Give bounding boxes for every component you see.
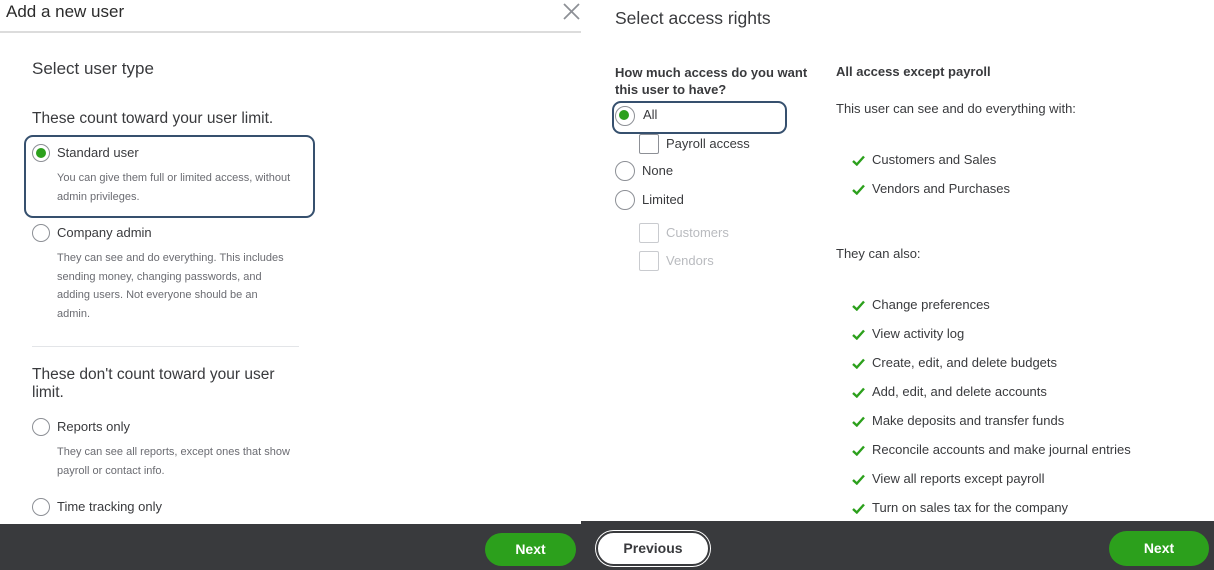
option-label: Standard user bbox=[57, 145, 139, 160]
permission-text: View activity log bbox=[872, 326, 965, 341]
reports-only-radio[interactable] bbox=[32, 418, 50, 436]
group-heading-counting: These count toward your user limit. bbox=[32, 110, 274, 127]
checkbox-label: Customers bbox=[666, 225, 729, 240]
all-radio[interactable] bbox=[615, 106, 635, 126]
desc-line: They can see all reports, except ones th… bbox=[57, 446, 290, 458]
check-icon bbox=[852, 300, 865, 311]
desc-line: You can give them full or limited access… bbox=[57, 172, 291, 184]
option-description: You can give them full or limited access… bbox=[57, 169, 317, 206]
standard-user-radio[interactable] bbox=[32, 144, 50, 162]
payroll-access-checkbox[interactable] bbox=[639, 134, 659, 154]
summary-intro: This user can see and do everything with… bbox=[836, 101, 1076, 116]
option-description: They can see and do everything. This inc… bbox=[57, 249, 317, 323]
check-icon bbox=[852, 358, 865, 369]
option-time-tracking-only[interactable]: Time tracking only bbox=[32, 498, 302, 518]
option-label: Company admin bbox=[57, 225, 152, 240]
summary-title: All access except payroll bbox=[836, 64, 991, 79]
time-tracking-radio[interactable] bbox=[32, 498, 50, 516]
option-label: None bbox=[642, 163, 674, 178]
access-option-limited[interactable]: Limited bbox=[615, 190, 775, 210]
next-button[interactable]: Next bbox=[1109, 531, 1209, 566]
permission-text: Turn on sales tax for the company bbox=[872, 500, 1069, 515]
check-icon bbox=[852, 445, 865, 456]
permission-text: Customers and Sales bbox=[872, 152, 997, 167]
dialog-title: Select access rights bbox=[615, 8, 771, 28]
title-divider bbox=[0, 31, 581, 33]
check-icon bbox=[852, 155, 865, 166]
access-option-all[interactable]: All bbox=[615, 105, 775, 126]
option-reports-only[interactable]: Reports only bbox=[32, 418, 302, 438]
option-description: They can see all reports, except ones th… bbox=[57, 443, 317, 480]
section-title: Select user type bbox=[32, 59, 154, 78]
limited-radio[interactable] bbox=[615, 190, 635, 210]
desc-line: admin privileges. bbox=[57, 190, 140, 203]
checkbox-payroll-access[interactable]: Payroll access bbox=[639, 134, 799, 154]
checkbox-vendors[interactable]: Vendors bbox=[639, 251, 799, 271]
permission-text: Vendors and Purchases bbox=[872, 181, 1011, 196]
customers-checkbox[interactable] bbox=[639, 223, 659, 243]
none-radio[interactable] bbox=[615, 161, 635, 181]
dialog-footer: Next bbox=[0, 524, 581, 570]
check-icon bbox=[852, 416, 865, 427]
permission-text: Change preferences bbox=[872, 297, 990, 312]
option-company-admin[interactable]: Company admin bbox=[32, 224, 302, 244]
checkbox-label: Vendors bbox=[666, 253, 714, 268]
check-icon bbox=[852, 329, 865, 340]
checkbox-label: Payroll access bbox=[666, 136, 750, 151]
desc-line: payroll or contact info. bbox=[57, 464, 165, 477]
desc-line: admin. bbox=[57, 307, 91, 320]
check-icon bbox=[852, 387, 865, 398]
vendors-checkbox[interactable] bbox=[639, 251, 659, 271]
permission-text: Add, edit, and delete accounts bbox=[872, 384, 1047, 399]
access-rights-dialog: Select access rights How much access do … bbox=[581, 0, 1214, 570]
option-label: Reports only bbox=[57, 419, 130, 434]
dialog-footer: Previous Next bbox=[581, 521, 1214, 570]
close-icon[interactable] bbox=[563, 3, 580, 20]
also-intro: They can also: bbox=[836, 246, 921, 261]
check-icon bbox=[852, 474, 865, 485]
option-label: Time tracking only bbox=[57, 499, 162, 514]
permission-text: View all reports except payroll bbox=[872, 471, 1045, 486]
dialog-title: Add a new user bbox=[6, 2, 125, 21]
group-divider bbox=[32, 346, 299, 347]
desc-line: sending money, changing passwords, and bbox=[57, 270, 262, 283]
permission-text: Make deposits and transfer funds bbox=[872, 413, 1065, 428]
previous-button[interactable]: Previous bbox=[596, 531, 710, 566]
group-heading-not-counting: These don't count toward your user limit… bbox=[32, 366, 275, 401]
option-label: Limited bbox=[642, 192, 684, 207]
desc-line: They can see and do everything. This inc… bbox=[57, 252, 284, 264]
access-option-none[interactable]: None bbox=[615, 161, 775, 181]
check-icon bbox=[852, 184, 865, 195]
desc-line: adding users. Not everyone should be an bbox=[57, 289, 258, 301]
permission-text: Reconcile accounts and make journal entr… bbox=[872, 442, 1131, 457]
permission-text: Create, edit, and delete budgets bbox=[872, 355, 1058, 370]
option-standard-user[interactable]: Standard user bbox=[32, 144, 302, 164]
access-question: How much access do you want this user to… bbox=[615, 65, 808, 97]
add-user-dialog: Add a new user Select user type These co… bbox=[0, 0, 581, 570]
option-label: All bbox=[643, 107, 658, 122]
check-icon bbox=[852, 503, 865, 514]
next-button[interactable]: Next bbox=[485, 533, 576, 566]
company-admin-radio[interactable] bbox=[32, 224, 50, 242]
checkbox-customers[interactable]: Customers bbox=[639, 223, 799, 243]
